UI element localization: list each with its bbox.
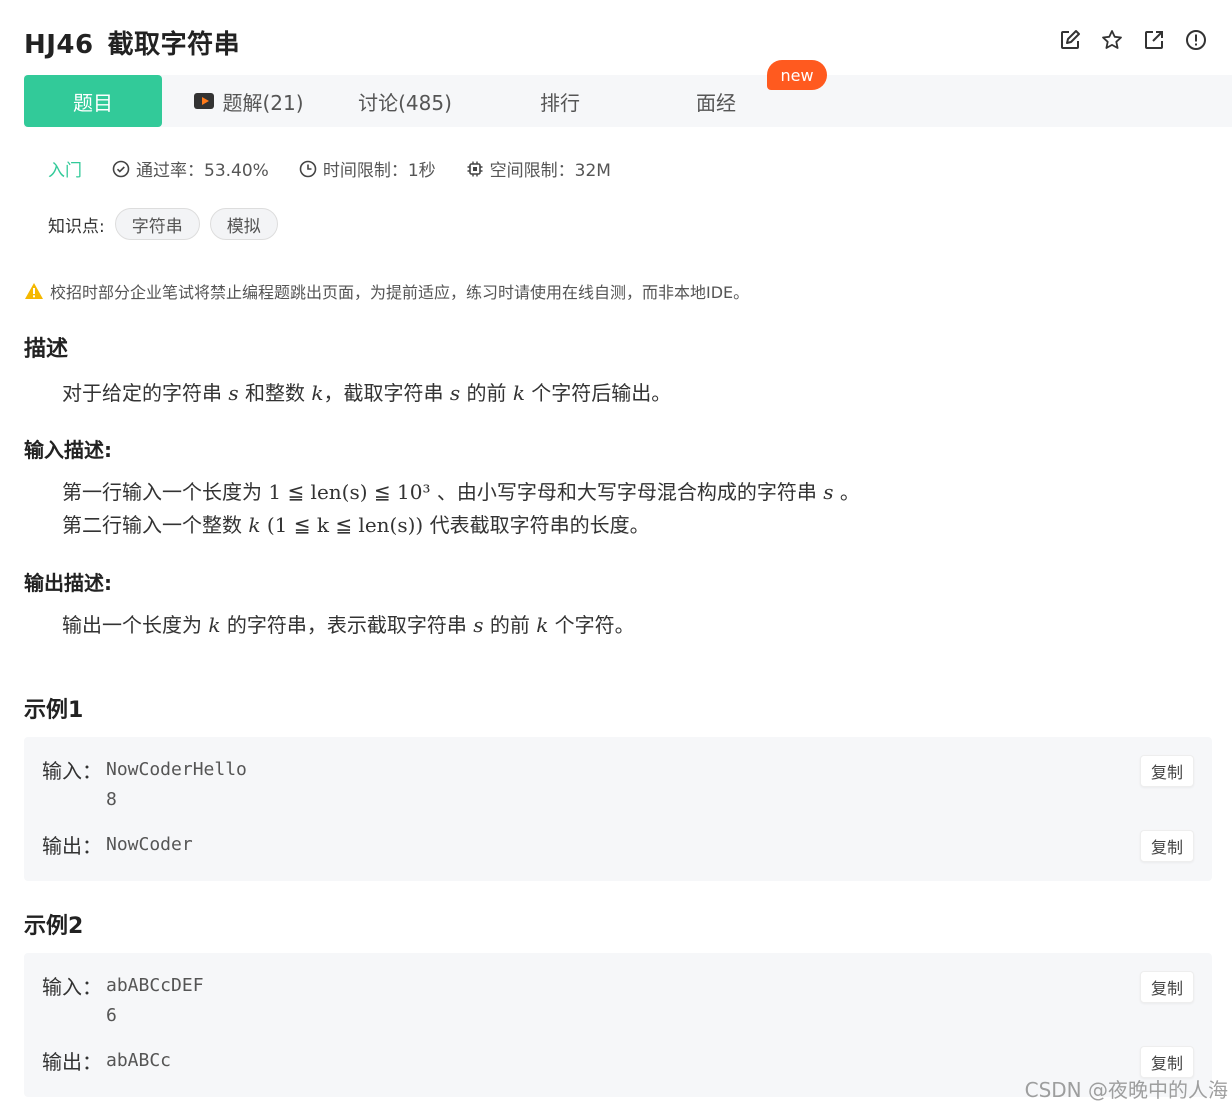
tab-bar: 题目 题解(21) 讨论(485) 排行 面经 bbox=[24, 75, 1232, 127]
input-desc-title: 输入描述: bbox=[24, 438, 112, 462]
star-icon[interactable] bbox=[1100, 28, 1124, 52]
difficulty-level: 入门 bbox=[48, 161, 82, 181]
clock-icon bbox=[299, 160, 317, 178]
edit-icon[interactable] bbox=[1058, 28, 1082, 52]
math-s: s bbox=[228, 381, 239, 405]
input-label: 输入： bbox=[42, 975, 102, 999]
example2-output-value[interactable]: abABCc bbox=[106, 1046, 171, 1076]
tab-solutions[interactable]: 题解(21) bbox=[184, 75, 314, 127]
math-k: k bbox=[248, 513, 261, 537]
description-title: 描述 bbox=[24, 337, 69, 362]
math-k: k bbox=[512, 381, 525, 405]
tab-discussion[interactable]: 讨论(485) bbox=[344, 75, 466, 127]
tab-solutions-label: 题解(21) bbox=[222, 90, 304, 115]
knowledge-label: 知识点: bbox=[48, 216, 105, 237]
output-label: 输出： bbox=[42, 834, 102, 858]
math-s: s bbox=[449, 381, 461, 405]
report-icon[interactable] bbox=[1184, 28, 1208, 52]
example2-input-copy-button[interactable]: 复制 bbox=[1140, 971, 1194, 1003]
new-badge: new bbox=[767, 60, 827, 90]
open-external-icon[interactable] bbox=[1142, 28, 1166, 52]
warning-icon bbox=[24, 282, 44, 300]
input-desc-line2: 第二行输入一个整数 k (1 ≦ k ≦ len(s)) 代表截取字符串的长度。 bbox=[62, 513, 650, 537]
example1-output-copy-button[interactable]: 复制 bbox=[1140, 830, 1194, 862]
math-k: k bbox=[311, 381, 324, 405]
problem-title: HJ46 截取字符串 bbox=[24, 24, 240, 61]
video-icon bbox=[194, 93, 215, 109]
example2-output: 输出： abABCc bbox=[42, 1046, 171, 1076]
watermark: CSDN @夜晚中的人海 bbox=[1024, 1078, 1228, 1102]
example2-input-value[interactable]: abABCcDEF 6 bbox=[106, 971, 204, 1031]
example1-input-value[interactable]: NowCoderHello 8 bbox=[106, 755, 247, 815]
output-label: 输出： bbox=[42, 1050, 102, 1074]
warning-notice: 校招时部分企业笔试将禁止编程题跳出页面，为提前适应，练习时请使用在线自测，而非本… bbox=[24, 279, 749, 303]
problem-meta: 入门 通过率：53.40% 时间限制：1秒 空间限制：32M bbox=[48, 156, 641, 181]
example2-input: 输入： abABCcDEF 6 bbox=[42, 971, 204, 1031]
math-k: k bbox=[536, 613, 549, 637]
tag-simulation[interactable]: 模拟 bbox=[209, 208, 278, 240]
time-limit-text: 时间限制：1秒 bbox=[322, 161, 436, 181]
space-limit: 空间限制：32M bbox=[466, 156, 611, 181]
math-k: k bbox=[208, 613, 221, 637]
warning-text: 校招时部分企业笔试将禁止编程题跳出页面，为提前适应，练习时请使用在线自测，而非本… bbox=[50, 283, 750, 302]
example1-box: 输入： NowCoderHello 8 复制 输出： NowCoder 复制 bbox=[24, 737, 1212, 881]
example1-output: 输出： NowCoder bbox=[42, 830, 193, 860]
math-length-range: 1 ≦ len(s) ≦ 10³ bbox=[268, 480, 431, 504]
input-desc-line1: 第一行输入一个长度为 1 ≦ len(s) ≦ 10³ 、由小写字母和大写字母混… bbox=[62, 480, 860, 504]
chip-icon bbox=[466, 160, 484, 178]
math-k-range: (1 ≦ k ≦ len(s)) bbox=[266, 513, 424, 537]
math-s: s bbox=[473, 613, 484, 637]
input-label: 输入： bbox=[42, 759, 102, 783]
example1-input-copy-button[interactable]: 复制 bbox=[1140, 755, 1194, 787]
example1-input: 输入： NowCoderHello 8 bbox=[42, 755, 247, 815]
knowledge-points: 知识点: 字符串 模拟 bbox=[48, 208, 278, 240]
example1-title: 示例1 bbox=[24, 698, 84, 723]
tab-problem[interactable]: 题目 bbox=[24, 75, 162, 127]
pass-rate-text: 通过率：53.40% bbox=[136, 161, 269, 181]
space-limit-text: 空间限制：32M bbox=[489, 161, 611, 181]
problem-name: 截取字符串 bbox=[107, 30, 241, 60]
time-limit: 时间限制：1秒 bbox=[299, 156, 436, 181]
problem-id: HJ46 bbox=[24, 30, 94, 60]
tag-string[interactable]: 字符串 bbox=[114, 208, 200, 240]
description-text: 对于给定的字符串 s 和整数 k，截取字符串 s 的前 k 个字符后输出。 bbox=[62, 381, 672, 405]
example1-output-value[interactable]: NowCoder bbox=[106, 830, 193, 860]
page-header: HJ46 截取字符串 bbox=[0, 0, 1232, 75]
pass-rate: 通过率：53.40% bbox=[112, 156, 269, 181]
header-actions bbox=[1058, 28, 1208, 52]
output-desc-title: 输出描述: bbox=[24, 571, 112, 595]
tab-ranking[interactable]: 排行 bbox=[520, 75, 600, 127]
output-desc-text: 输出一个长度为 k 的字符串，表示截取字符串 s 的前 k 个字符。 bbox=[62, 613, 635, 637]
example2-title: 示例2 bbox=[24, 914, 84, 939]
math-s: s bbox=[823, 480, 834, 504]
tab-interview[interactable]: 面经 bbox=[676, 75, 756, 127]
check-circle-icon bbox=[112, 160, 130, 178]
